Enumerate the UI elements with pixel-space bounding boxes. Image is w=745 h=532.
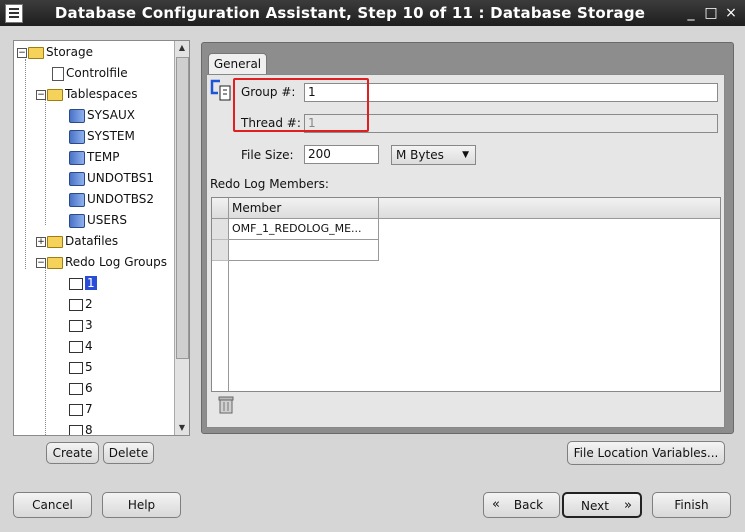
tree-scrollbar[interactable]: ▲ ▼ — [174, 41, 189, 435]
redo-log-icon — [69, 403, 83, 416]
minimize-button[interactable]: _ — [682, 4, 700, 22]
row-header[interactable] — [212, 240, 229, 261]
tree-item-redo-group-2[interactable]: 2 — [69, 295, 93, 313]
collapse-icon[interactable]: − — [36, 89, 46, 100]
tablespace-icon — [69, 108, 85, 123]
group-number-label: Group #: — [241, 85, 296, 99]
file-size-unit-dropdown[interactable]: M Bytes ▼ — [391, 145, 476, 165]
tree-item-undotbs2[interactable]: UNDOTBS2 — [69, 190, 154, 208]
folder-icon — [47, 88, 63, 101]
tree-item-redo-group-4[interactable]: 4 — [69, 337, 93, 355]
tree-guide — [45, 265, 46, 435]
file-location-variables-button[interactable]: File Location Variables... — [567, 441, 725, 465]
tree-item-redo-group-3[interactable]: 3 — [69, 316, 93, 334]
scroll-up-icon[interactable]: ▲ — [175, 41, 189, 55]
file-icon — [52, 66, 64, 81]
help-button[interactable]: Help — [102, 492, 181, 518]
tree-item-system[interactable]: SYSTEM — [69, 127, 135, 145]
tree-item-controlfile[interactable]: Controlfile — [52, 64, 128, 82]
scroll-down-icon[interactable]: ▼ — [175, 421, 189, 435]
expand-icon[interactable]: + — [36, 236, 46, 247]
delete-button[interactable]: Delete — [103, 442, 154, 464]
thread-number-label: Thread #: — [241, 116, 301, 130]
trash-icon[interactable] — [217, 395, 235, 415]
tree-guide — [25, 59, 26, 269]
tree-item-redo-group-8[interactable]: 8 — [69, 421, 93, 435]
close-button[interactable]: × — [722, 4, 740, 22]
tree-item-temp[interactable]: TEMP — [69, 148, 120, 166]
finish-button[interactable]: Finish — [652, 492, 731, 518]
tablespace-icon — [69, 213, 85, 228]
redo-log-icon — [69, 277, 83, 290]
file-size-label: File Size: — [241, 148, 294, 162]
folder-icon — [28, 46, 44, 59]
back-button[interactable]: « Back — [483, 492, 560, 518]
scroll-thumb[interactable] — [176, 57, 189, 359]
tree-item-tablespaces[interactable]: − Tablespaces — [36, 85, 138, 103]
tree-item-undotbs1[interactable]: UNDOTBS1 — [69, 169, 154, 187]
row-header[interactable] — [212, 219, 229, 240]
table-header: Member — [212, 198, 720, 219]
chevron-right-icon: » — [624, 498, 632, 513]
table-corner — [212, 198, 229, 218]
tree-item-redo-group-6[interactable]: 6 — [69, 379, 93, 397]
window-title: Database Configuration Assistant, Step 1… — [54, 4, 646, 22]
redo-log-group-icon — [210, 79, 231, 101]
tablespace-icon — [69, 192, 85, 207]
redo-log-icon — [69, 340, 83, 353]
collapse-icon[interactable]: − — [36, 257, 46, 268]
storage-tree[interactable]: − Storage Controlfile − Tablespaces SYSAUX… — [13, 40, 190, 436]
table-cell-member[interactable]: OMF_1_REDOLOG_ME... — [229, 219, 379, 240]
folder-icon — [47, 235, 63, 248]
tree-item-users[interactable]: USERS — [69, 211, 127, 229]
tree-guide — [45, 95, 46, 225]
tablespace-icon — [69, 171, 85, 186]
tree-item-redo-group-1[interactable]: 1 — [69, 274, 97, 292]
redo-log-icon — [69, 319, 83, 332]
tree-item-redo-group-7[interactable]: 7 — [69, 400, 93, 418]
cancel-button[interactable]: Cancel — [13, 492, 92, 518]
redo-log-icon — [69, 298, 83, 311]
chevron-down-icon: ▼ — [462, 150, 469, 160]
file-size-field[interactable]: 200 — [304, 145, 379, 164]
tree-item-redo-log-groups[interactable]: − Redo Log Groups — [36, 253, 167, 271]
folder-icon — [47, 256, 63, 269]
tablespace-icon — [69, 129, 85, 144]
redo-log-members-label: Redo Log Members: — [210, 177, 329, 191]
thread-number-field: 1 — [304, 114, 718, 133]
chevron-left-icon: « — [492, 497, 500, 512]
tree-item-redo-group-5[interactable]: 5 — [69, 358, 93, 376]
redo-log-icon — [69, 424, 83, 435]
create-button[interactable]: Create — [46, 442, 99, 464]
table-cell-member[interactable] — [229, 240, 379, 261]
group-number-field[interactable]: 1 — [304, 83, 718, 102]
redo-log-icon — [69, 361, 83, 374]
title-bar: Database Configuration Assistant, Step 1… — [0, 0, 745, 26]
next-button[interactable]: Next » — [562, 492, 642, 518]
tab-general[interactable]: General — [208, 53, 267, 75]
maximize-button[interactable]: □ — [702, 4, 720, 22]
tree-item-sysaux[interactable]: SYSAUX — [69, 106, 135, 124]
tree-item-datafiles[interactable]: + Datafiles — [36, 232, 118, 250]
collapse-icon[interactable]: − — [17, 47, 27, 58]
tree-item-storage[interactable]: − Storage — [17, 43, 93, 61]
tablespace-icon — [69, 150, 85, 165]
redo-log-members-table[interactable]: Member OMF_1_REDOLOG_ME... — [211, 197, 721, 392]
unit-selected-value: M Bytes — [396, 148, 444, 162]
row-header-divider — [228, 261, 229, 391]
column-header-member[interactable]: Member — [229, 198, 379, 218]
redo-log-icon — [69, 382, 83, 395]
